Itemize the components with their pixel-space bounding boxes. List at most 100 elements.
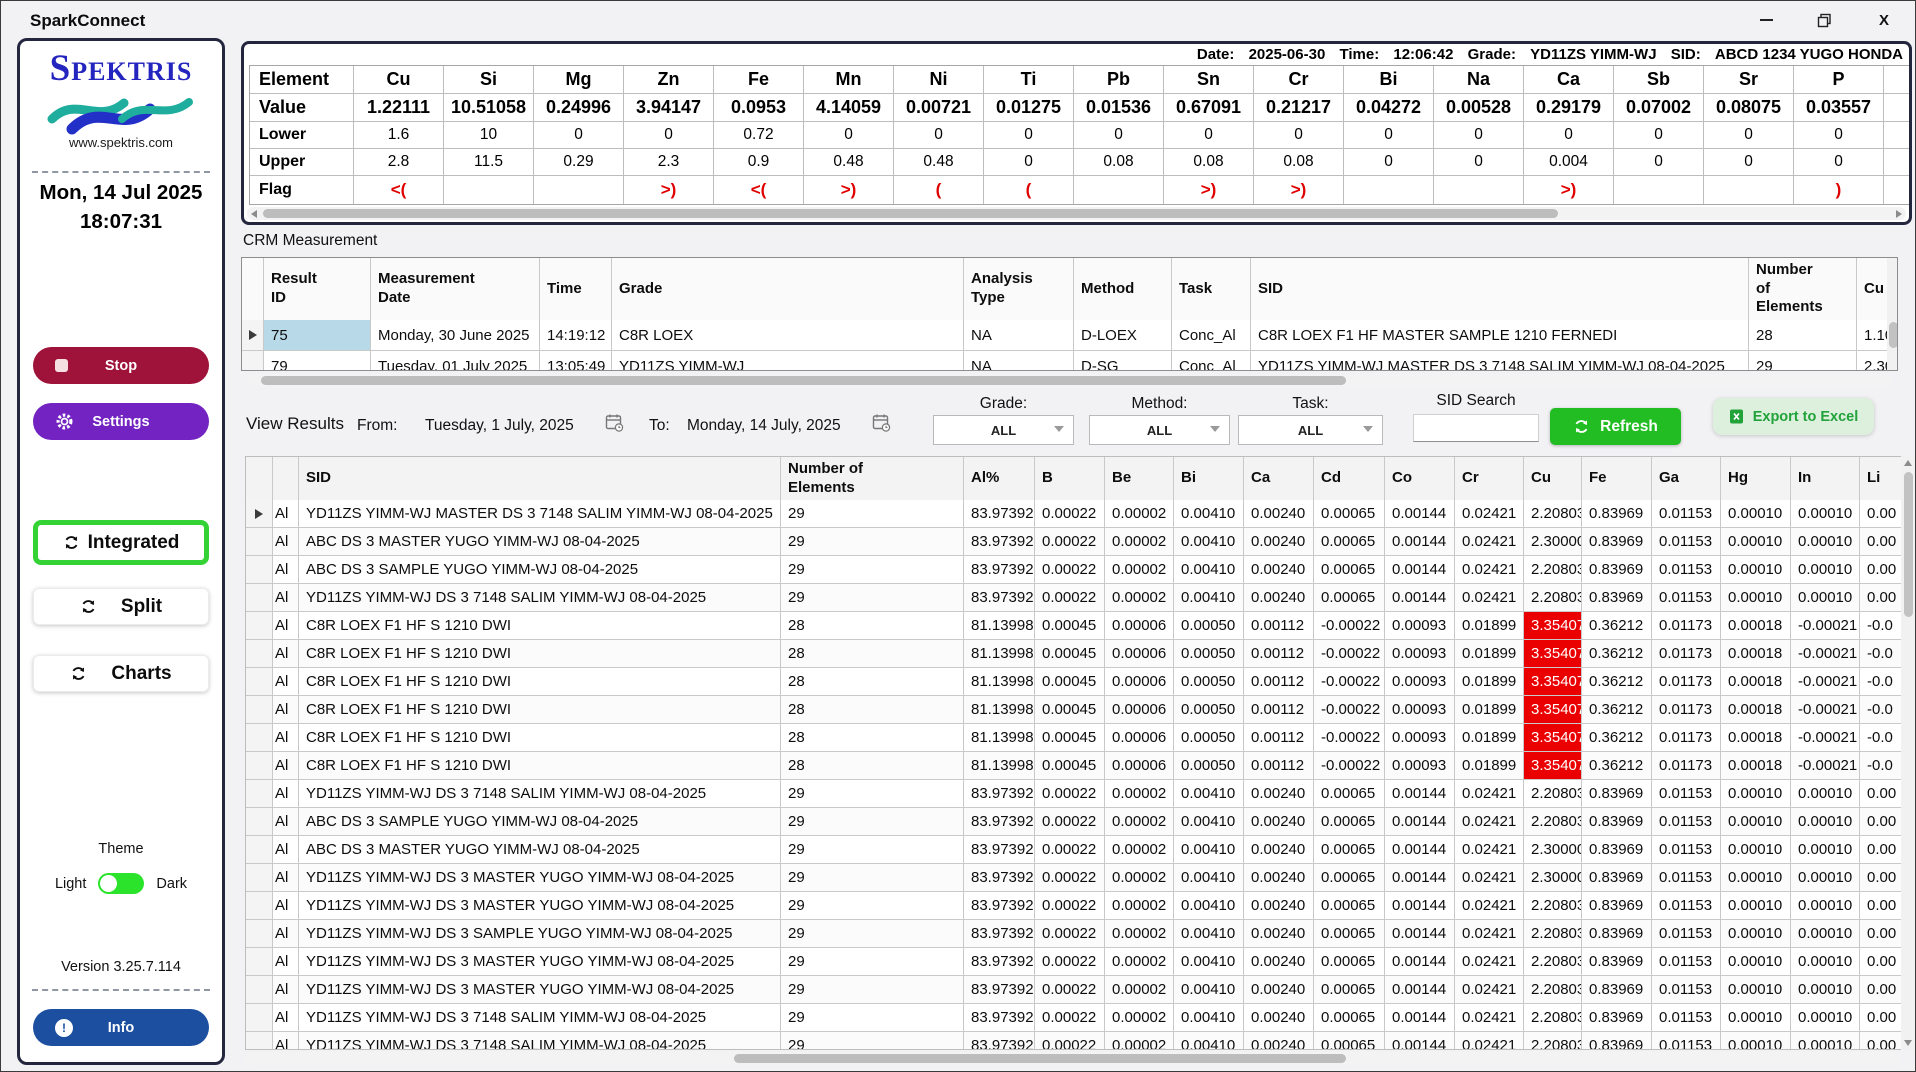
split-view-button[interactable]: Split [33,588,209,625]
results-header-row: SIDNumber of ElementsAl%BBeBiCaCdCoCrCuF… [246,457,1901,500]
info-button[interactable]: ! Info [33,1009,209,1046]
row-selector[interactable] [246,920,273,947]
results-column-header[interactable]: SID [299,457,781,500]
results-column-header[interactable]: Cd [1314,457,1385,500]
row-selector[interactable] [246,1004,273,1031]
crm-column-header[interactable]: Result ID [264,258,371,320]
from-calendar-icon[interactable] [605,413,624,432]
row-selector[interactable] [246,696,273,723]
results-vscrollbar[interactable] [1901,456,1915,1050]
integrated-view-button[interactable]: Integrated [33,520,209,565]
results-column-header[interactable]: Be [1105,457,1174,500]
from-date-value[interactable]: Tuesday, 1 July, 2025 [425,417,574,435]
scroll-down-icon[interactable] [1904,1040,1912,1046]
crm-column-header[interactable]: Method [1074,258,1172,320]
minimize-button[interactable] [1749,7,1783,33]
row-selector[interactable] [246,640,273,667]
row-selector[interactable] [246,528,273,555]
el-cell-Na: Na [1434,66,1524,93]
results-column-header[interactable]: Al% [964,457,1035,500]
row-selector[interactable] [246,1032,273,1050]
crm-vscrollbar[interactable] [1887,258,1897,370]
results-column-header[interactable]: Ga [1652,457,1721,500]
theme-toggle[interactable] [98,873,144,894]
close-icon: X [1879,12,1889,29]
value-cell-Cd: 0.00065 [1314,864,1385,891]
crm-hscrollbar[interactable] [247,374,1892,386]
results-row: AlYD11ZS YIMM-WJ DS 3 MASTER YUGO YIMM-W… [246,864,1901,892]
row-selector[interactable] [246,780,273,807]
to-date-value[interactable]: Monday, 14 July, 2025 [687,417,841,435]
results-column-header[interactable]: Li [1860,457,1901,500]
results-column-header[interactable]: B [1035,457,1105,500]
value-cell-Al: 83.97392 [964,808,1035,835]
export-to-excel-button[interactable]: Export to Excel [1713,398,1874,435]
meta-time-value: 12:06:42 [1393,46,1453,63]
hscroll-thumb[interactable] [734,1054,1346,1063]
results-column-header[interactable]: Number of Elements [781,457,964,500]
row-selector[interactable] [246,836,273,863]
row-selector[interactable] [246,948,273,975]
crm-column-header[interactable]: Time [540,258,612,320]
results-column-header[interactable]: Hg [1721,457,1791,500]
refresh-button[interactable]: Refresh [1550,408,1681,445]
row-selector[interactable] [246,752,273,779]
value-cell-B: 0.00022 [1035,1032,1105,1050]
scroll-left-icon[interactable] [251,210,257,218]
value-cell-Be: 0.00002 [1105,976,1174,1003]
vscroll-thumb[interactable] [1904,472,1913,617]
flag-cell-Fe: <( [714,176,804,204]
row-selector[interactable] [246,500,273,527]
value-cell-Al: 81.13998 [964,640,1035,667]
row-selector[interactable] [242,351,264,371]
scroll-right-icon[interactable] [1896,210,1902,218]
crm-column-header[interactable]: Number of Elements [1749,258,1857,320]
results-column-header[interactable]: Ca [1244,457,1314,500]
row-selector[interactable] [246,808,273,835]
num-elements-cell: 29 [781,864,964,891]
hscroll-thumb[interactable] [263,209,1558,218]
row-selector[interactable] [246,556,273,583]
hscroll-thumb[interactable] [261,376,1346,385]
to-calendar-icon[interactable] [872,413,891,432]
info-label: Info [108,1020,135,1036]
row-selector[interactable] [246,724,273,751]
crm-column-header[interactable]: Measurement Date [371,258,540,320]
results-column-header[interactable]: Cr [1455,457,1524,500]
results-column-header[interactable]: Bi [1174,457,1244,500]
crm-column-header[interactable]: Analysis Type [964,258,1074,320]
element-table-hscrollbar[interactable] [247,207,1906,220]
results-column-header[interactable]: In [1791,457,1860,500]
crm-column-header[interactable]: Grade [612,258,964,320]
value-cell-Pb: 0.01536 [1074,94,1164,121]
grade-filter-dropdown[interactable]: ALL [933,415,1074,445]
charts-view-button[interactable]: Charts [33,655,209,692]
row-selector[interactable] [246,892,273,919]
sid-search-input[interactable] [1413,414,1539,442]
results-column-header[interactable]: Co [1385,457,1455,500]
method-filter-dropdown[interactable]: ALL [1089,415,1230,445]
crm-cell-n: 28 [1749,320,1857,350]
value-cell-Fe: 0.83969 [1582,864,1652,891]
close-button[interactable]: X [1867,7,1901,33]
row-selector[interactable] [246,612,273,639]
settings-button[interactable]: Settings [33,403,209,440]
row-selector[interactable] [246,976,273,1003]
row-selector[interactable] [246,668,273,695]
row-selector[interactable] [246,864,273,891]
crm-column-header[interactable]: Task [1172,258,1251,320]
value-cell-Ga: 0.01173 [1652,640,1721,667]
maximize-button[interactable] [1807,7,1841,33]
results-column-header[interactable]: Fe [1582,457,1652,500]
crm-column-header[interactable]: SID [1251,258,1749,320]
value-cell-Co: 0.00144 [1385,780,1455,807]
results-column-header[interactable]: Cu [1524,457,1582,500]
row-selector[interactable] [242,320,264,350]
row-selector[interactable] [246,584,273,611]
scroll-up-icon[interactable] [1904,460,1912,466]
results-hscrollbar[interactable] [245,1052,1901,1065]
vscroll-thumb[interactable] [1889,322,1898,348]
crm-cell-id: 75 [264,320,371,350]
task-filter-dropdown[interactable]: ALL [1238,415,1383,445]
stop-button[interactable]: Stop [33,347,209,384]
